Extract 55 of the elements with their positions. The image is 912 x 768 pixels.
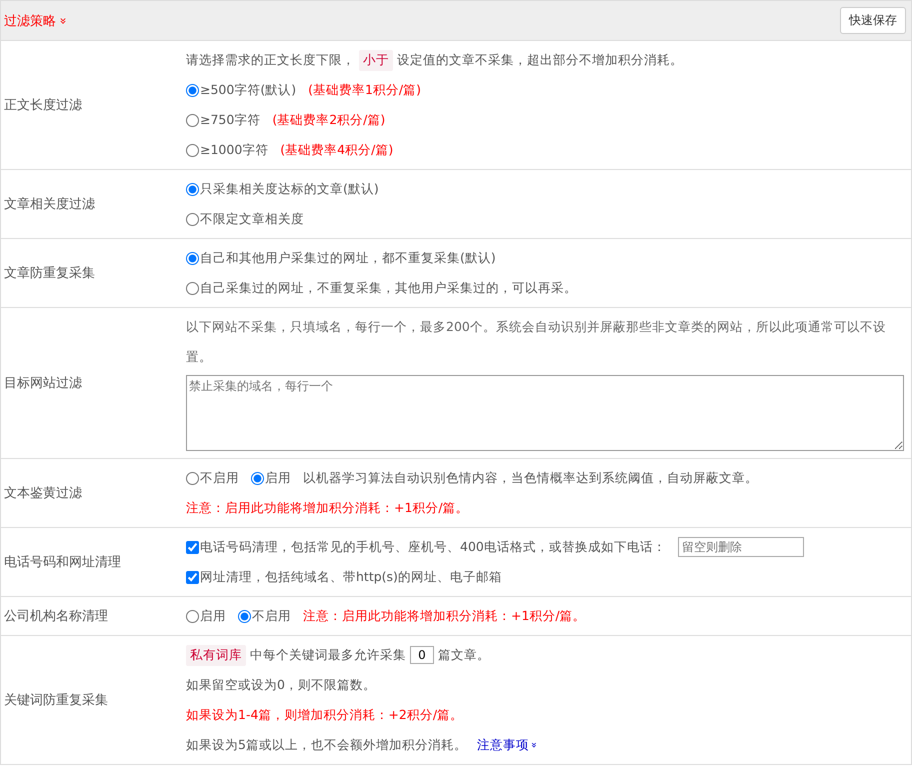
row-label: 公司机构名称清理 — [3, 608, 109, 626]
radio-button[interactable] — [186, 610, 199, 622]
description-text: 篇文章。 — [438, 646, 490, 664]
row-label: 文章相关度过滤 — [3, 196, 96, 214]
checkbox[interactable] — [186, 570, 199, 584]
description-text: 以下网站不采集，只填域名，每行一个，最多200个。系统会自动识别并屏蔽那些非文章类的网站，所以此项通常可以不设置。 — [186, 318, 887, 366]
radio-button[interactable] — [186, 144, 199, 156]
highlight-tag: 小于 — [359, 50, 393, 70]
option-label: ≥1000字符 — [200, 142, 268, 158]
warning-text: 注意：启用此功能将增加积分消耗：+1积分/篇。 — [186, 500, 469, 516]
radio-option[interactable]: ≥750字符 — [186, 112, 260, 128]
description-text: 中每个关键词最多允许采集 — [250, 646, 406, 664]
radio-button[interactable] — [238, 610, 251, 622]
radio-button[interactable] — [186, 212, 199, 226]
option-label: 启用 — [200, 608, 226, 624]
warning-text: 如果设为1-4篇，则增加积分消耗：+2积分/篇。 — [186, 706, 464, 724]
radio-option[interactable]: 不启用 — [186, 470, 239, 486]
warning-text: (基础费率1积分/篇) — [308, 82, 422, 98]
description-text: 请选择需求的正文长度下限， — [186, 52, 355, 68]
chevron-icon: » — [528, 742, 538, 748]
description-text: 如果留空或设为0，则不限篇数。 — [186, 676, 376, 694]
option-label: 不启用 — [252, 608, 291, 624]
radio-button[interactable] — [186, 282, 199, 294]
row-label: 目标网站过滤 — [3, 375, 83, 393]
row-label: 文本鉴黄过滤 — [3, 485, 83, 503]
description-text: 如果设为5篇或以上，也不会额外增加积分消耗。 — [186, 736, 467, 754]
radio-option[interactable]: ≥1000字符 — [186, 142, 268, 158]
warning-text: (基础费率4积分/篇) — [280, 142, 394, 158]
option-label: ≥750字符 — [200, 112, 260, 128]
radio-option[interactable]: 启用 — [186, 608, 226, 624]
radio-button[interactable] — [186, 182, 199, 196]
count-input-field[interactable]: 0 — [410, 646, 434, 664]
radio-button[interactable] — [251, 472, 264, 484]
radio-button[interactable] — [186, 84, 199, 96]
phone-input-field[interactable]: 留空则删除 — [678, 537, 804, 557]
option-label: 启用 — [265, 470, 291, 486]
radio-button[interactable] — [186, 252, 199, 264]
row-label: 电话号码和网址清理 — [3, 554, 122, 572]
warning-text: 注意：启用此功能将增加积分消耗：+1积分/篇。 — [303, 608, 586, 624]
description-text: 以机器学习算法自动识别色情内容，当色情概率达到系统阈值，自动屏蔽文章。 — [303, 470, 758, 486]
domain-textarea[interactable]: 禁止采集的域名，每行一个 — [186, 375, 904, 451]
highlight-tag: 私有词库 — [186, 644, 246, 666]
row-label: 关键词防重复采集 — [3, 692, 109, 710]
radio-option[interactable]: 启用 — [251, 470, 291, 486]
option-label: 不启用 — [200, 470, 239, 486]
checkbox[interactable] — [186, 540, 199, 554]
warning-text: (基础费率2积分/篇) — [272, 112, 386, 128]
description-text: 设定值的文章不采集，超出部分不增加积分消耗。 — [397, 52, 683, 68]
radio-button[interactable] — [186, 472, 199, 484]
radio-button[interactable] — [186, 114, 199, 126]
row-label: 正文长度过滤 — [3, 97, 83, 115]
radio-option[interactable]: 不启用 — [238, 608, 291, 624]
notice-link[interactable]: 注意事项 » — [476, 736, 536, 754]
save-button[interactable]: 快速保存 — [840, 7, 906, 34]
row-label: 文章防重复采集 — [3, 265, 96, 283]
